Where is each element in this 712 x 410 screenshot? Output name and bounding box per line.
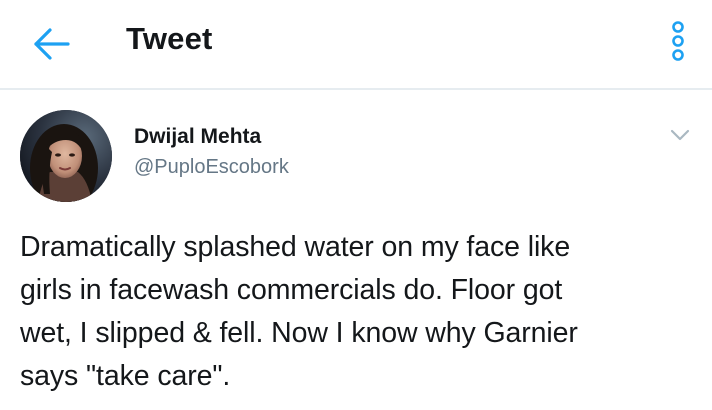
- author-handle[interactable]: @PuploEscobork: [134, 154, 289, 180]
- tweet-screen: Tweet Dwijal Mehta @PuploEscobork Dramat…: [0, 0, 712, 410]
- arrow-left-icon: [34, 28, 70, 60]
- tweet-options-button[interactable]: [666, 124, 694, 146]
- page-title: Tweet: [126, 21, 213, 56]
- chevron-down-icon: [670, 129, 690, 141]
- vertical-dots-icon: [672, 21, 684, 61]
- back-button[interactable]: [30, 24, 74, 64]
- tweet-text: Dramatically splashed water on my face l…: [20, 231, 578, 392]
- profile-photo: [20, 110, 112, 202]
- tweet-author: Dwijal Mehta @PuploEscobork: [134, 124, 289, 180]
- avatar[interactable]: [20, 110, 112, 202]
- author-display-name[interactable]: Dwijal Mehta: [134, 124, 289, 150]
- tweet-detail: Dwijal Mehta @PuploEscobork Dramatically…: [0, 90, 712, 410]
- overflow-menu-button[interactable]: [666, 18, 690, 68]
- top-app-bar: Tweet: [0, 0, 712, 88]
